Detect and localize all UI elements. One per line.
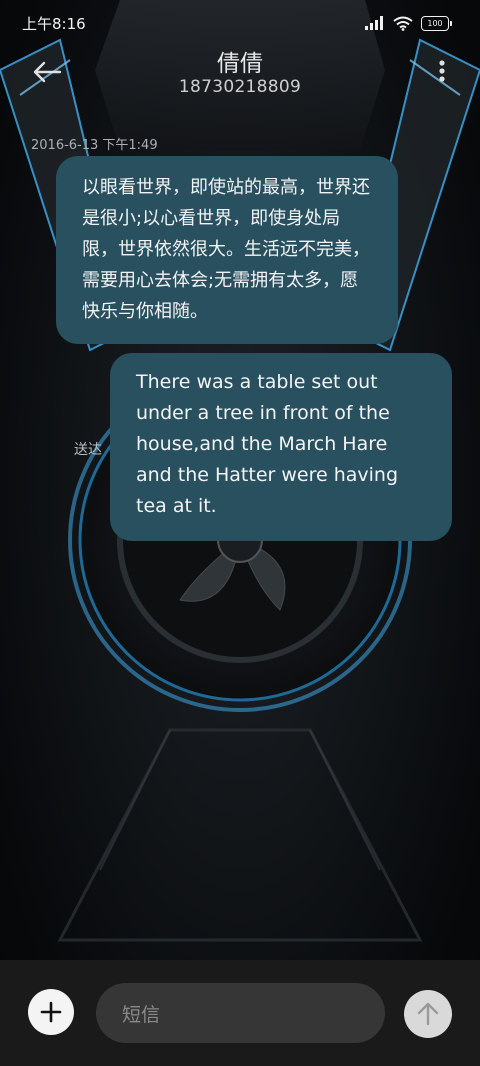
battery-icon: 100 <box>421 15 452 31</box>
status-bar: 上午8:16 100 <box>0 0 480 46</box>
sent-message-text: There was a table set out under a tree i… <box>136 371 399 517</box>
send-button[interactable] <box>404 990 452 1038</box>
message-input-placeholder: 短信 <box>122 1003 161 1026</box>
contact-number: 18730218809 <box>178 77 302 97</box>
status-time: 上午8:16 <box>22 15 86 33</box>
plus-icon <box>40 1001 62 1023</box>
compose-bar: 短信 <box>0 960 480 1066</box>
delivery-status: 送达 <box>74 442 102 458</box>
wifi-icon <box>393 16 413 31</box>
message-timestamp: 2016-6-13 下午1:49 <box>31 138 158 153</box>
status-icons: 100 <box>365 14 452 32</box>
sent-message-bubble[interactable]: There was a table set out under a tree i… <box>110 353 452 541</box>
messaging-screen: 上午8:16 100 倩倩 18730218809 2016-6-13 下午1:… <box>0 0 480 1066</box>
received-message-text: 以眼看世界，即使站的最高，世界还是很小;以心看世界，即使身处局限，世界依然很大。… <box>82 177 370 322</box>
contact-name: 倩倩 <box>217 51 263 77</box>
more-options-button[interactable] <box>434 56 450 86</box>
message-input[interactable]: 短信 <box>96 983 385 1043</box>
more-options-icon <box>439 60 445 82</box>
signal-icon <box>365 16 383 30</box>
send-arrow-icon <box>417 1002 439 1026</box>
battery-level: 100 <box>421 15 449 31</box>
received-message-bubble[interactable]: 以眼看世界，即使站的最高，世界还是很小;以心看世界，即使身处局限，世界依然很大。… <box>56 156 398 344</box>
battery-tip <box>450 20 452 26</box>
add-attachment-button[interactable] <box>28 989 74 1035</box>
